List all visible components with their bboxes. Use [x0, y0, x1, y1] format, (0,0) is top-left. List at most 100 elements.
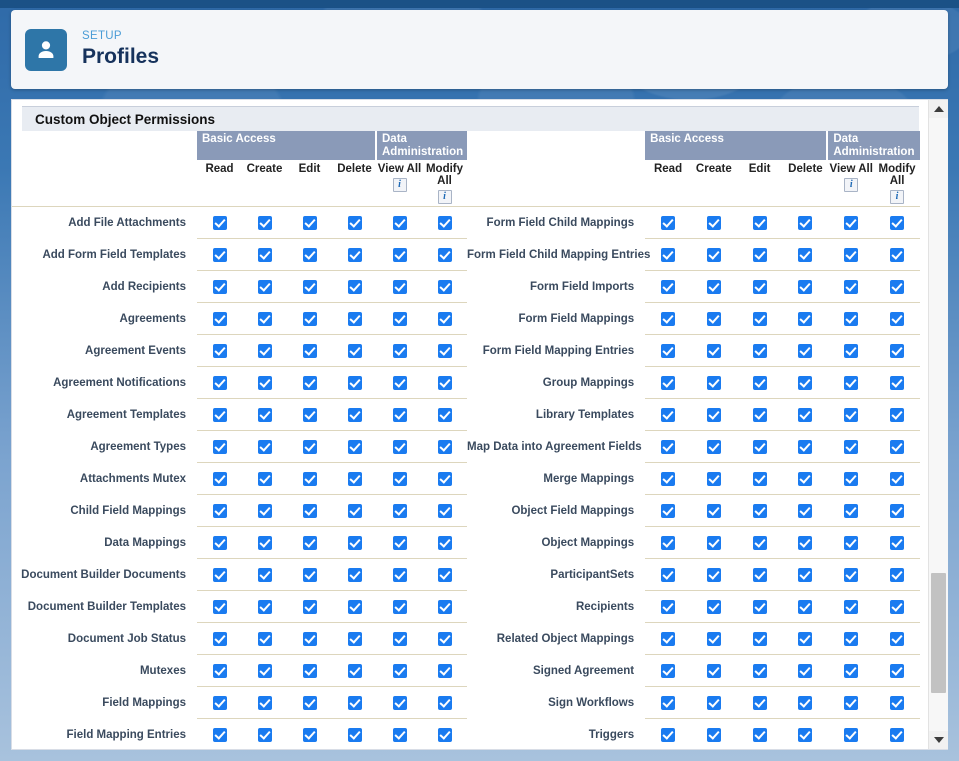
permission-cell-edit[interactable] [287, 302, 332, 335]
permission-cell-view-all[interactable] [828, 334, 875, 367]
checkbox-checked-icon[interactable] [257, 631, 272, 646]
permission-cell-edit[interactable] [287, 206, 332, 239]
column-header-create[interactable]: Create [691, 160, 737, 207]
permission-cell-create[interactable] [690, 270, 737, 303]
checkbox-checked-icon[interactable] [890, 599, 905, 614]
checkbox-checked-icon[interactable] [752, 535, 767, 550]
checkbox-checked-icon[interactable] [798, 663, 813, 678]
permission-cell-delete[interactable] [782, 270, 829, 303]
permission-cell-read[interactable] [197, 686, 242, 719]
permission-cell-modify-all[interactable] [422, 558, 467, 591]
permission-cell-read[interactable] [197, 558, 242, 591]
info-icon[interactable]: i [890, 190, 905, 204]
permission-cell-delete[interactable] [782, 430, 829, 463]
permission-cell-view-all[interactable] [828, 206, 875, 239]
checkbox-checked-icon[interactable] [798, 599, 813, 614]
permission-cell-view-all[interactable] [828, 462, 875, 495]
checkbox-checked-icon[interactable] [437, 535, 452, 550]
permission-cell-modify-all[interactable] [874, 558, 920, 591]
permission-cell-view-all[interactable] [377, 206, 422, 239]
checkbox-checked-icon[interactable] [752, 343, 767, 358]
permission-cell-create[interactable] [690, 590, 737, 623]
permission-cell-view-all[interactable] [377, 590, 422, 623]
checkbox-checked-icon[interactable] [392, 375, 407, 390]
permission-cell-create[interactable] [242, 462, 287, 495]
permission-cell-edit[interactable] [736, 622, 783, 655]
checkbox-checked-icon[interactable] [347, 311, 362, 326]
checkbox-checked-icon[interactable] [212, 535, 227, 550]
permission-cell-edit[interactable] [736, 238, 783, 271]
permission-cell-edit[interactable] [287, 270, 332, 303]
permission-cell-edit[interactable] [287, 686, 332, 719]
checkbox-checked-icon[interactable] [661, 439, 676, 454]
checkbox-checked-icon[interactable] [347, 343, 362, 358]
permission-cell-view-all[interactable] [828, 558, 875, 591]
checkbox-checked-icon[interactable] [706, 599, 721, 614]
checkbox-checked-icon[interactable] [437, 695, 452, 710]
permission-cell-delete[interactable] [782, 590, 829, 623]
checkbox-checked-icon[interactable] [437, 247, 452, 262]
permission-cell-read[interactable] [197, 718, 242, 749]
permission-cell-modify-all[interactable] [422, 398, 467, 431]
checkbox-checked-icon[interactable] [392, 407, 407, 422]
checkbox-checked-icon[interactable] [752, 567, 767, 582]
permission-cell-edit[interactable] [736, 558, 783, 591]
scrollbar-thumb[interactable] [931, 573, 946, 693]
permission-cell-view-all[interactable] [377, 366, 422, 399]
permission-cell-modify-all[interactable] [422, 718, 467, 749]
permission-cell-read[interactable] [197, 334, 242, 367]
checkbox-checked-icon[interactable] [844, 695, 859, 710]
checkbox-checked-icon[interactable] [844, 535, 859, 550]
permission-cell-create[interactable] [242, 206, 287, 239]
column-header-view-all[interactable]: View All i [828, 160, 874, 207]
checkbox-checked-icon[interactable] [302, 247, 317, 262]
checkbox-checked-icon[interactable] [752, 279, 767, 294]
checkbox-checked-icon[interactable] [392, 247, 407, 262]
permission-cell-edit[interactable] [736, 206, 783, 239]
permission-cell-read[interactable] [197, 238, 242, 271]
checkbox-checked-icon[interactable] [302, 503, 317, 518]
permission-cell-read[interactable] [645, 686, 691, 719]
checkbox-checked-icon[interactable] [257, 375, 272, 390]
checkbox-checked-icon[interactable] [212, 727, 227, 742]
permission-cell-read[interactable] [197, 654, 242, 687]
checkbox-checked-icon[interactable] [706, 567, 721, 582]
checkbox-checked-icon[interactable] [890, 695, 905, 710]
permission-cell-read[interactable] [197, 526, 242, 559]
permission-cell-read[interactable] [645, 302, 691, 335]
permission-cell-modify-all[interactable] [874, 718, 920, 749]
permission-cell-read[interactable] [197, 622, 242, 655]
checkbox-checked-icon[interactable] [752, 471, 767, 486]
permission-cell-modify-all[interactable] [874, 494, 920, 527]
checkbox-checked-icon[interactable] [706, 439, 721, 454]
checkbox-checked-icon[interactable] [212, 311, 227, 326]
permission-cell-create[interactable] [242, 334, 287, 367]
checkbox-checked-icon[interactable] [844, 599, 859, 614]
checkbox-checked-icon[interactable] [212, 439, 227, 454]
checkbox-checked-icon[interactable] [347, 663, 362, 678]
permission-cell-delete[interactable] [332, 206, 377, 239]
checkbox-checked-icon[interactable] [302, 215, 317, 230]
permission-cell-create[interactable] [242, 366, 287, 399]
checkbox-checked-icon[interactable] [257, 535, 272, 550]
checkbox-checked-icon[interactable] [661, 471, 676, 486]
permission-cell-create[interactable] [242, 430, 287, 463]
permission-cell-view-all[interactable] [828, 398, 875, 431]
permission-cell-edit[interactable] [287, 718, 332, 749]
permission-cell-view-all[interactable] [377, 558, 422, 591]
checkbox-checked-icon[interactable] [257, 215, 272, 230]
checkbox-checked-icon[interactable] [347, 215, 362, 230]
checkbox-checked-icon[interactable] [661, 727, 676, 742]
permission-cell-view-all[interactable] [828, 590, 875, 623]
checkbox-checked-icon[interactable] [844, 375, 859, 390]
checkbox-checked-icon[interactable] [844, 407, 859, 422]
checkbox-checked-icon[interactable] [392, 439, 407, 454]
permission-cell-modify-all[interactable] [874, 526, 920, 559]
permission-cell-delete[interactable] [782, 238, 829, 271]
checkbox-checked-icon[interactable] [706, 471, 721, 486]
info-icon[interactable]: i [844, 178, 859, 192]
permission-cell-edit[interactable] [287, 526, 332, 559]
checkbox-checked-icon[interactable] [752, 375, 767, 390]
permission-cell-modify-all[interactable] [422, 270, 467, 303]
checkbox-checked-icon[interactable] [890, 375, 905, 390]
